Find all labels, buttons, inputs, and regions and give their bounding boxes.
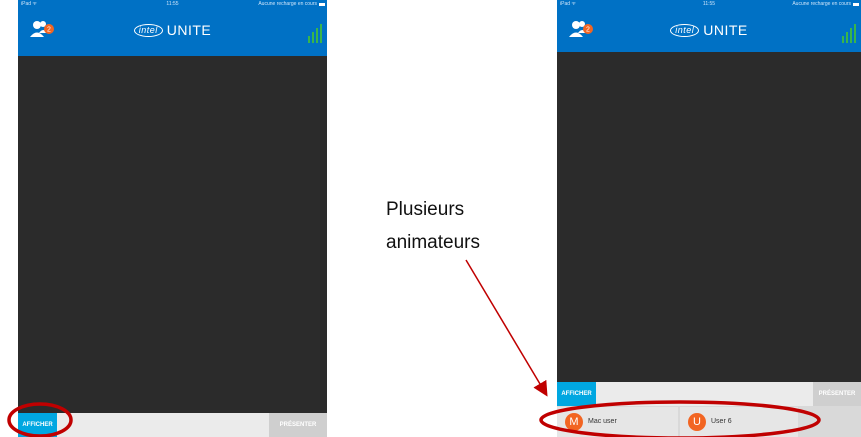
app-header: 2 intel UNITE <box>18 9 327 56</box>
signal-bars-icon <box>842 24 856 43</box>
bottom-action-bar: AFFICHER PRÉSENTER <box>18 413 327 437</box>
ipad-screen-single-presenter: iPad ᯤ 11:55 Aucune recharge en cours 2 … <box>18 0 327 437</box>
bottom-action-bar: AFFICHER PRÉSENTER <box>557 382 861 406</box>
charging-status: Aucune recharge en cours <box>792 1 851 7</box>
afficher-button[interactable]: AFFICHER <box>557 382 596 406</box>
intel-logo: intel <box>670 24 700 37</box>
annotation-arrow <box>465 259 548 397</box>
presenter-button[interactable]: PRÉSENTER <box>269 413 327 437</box>
presenter-avatar: M <box>565 413 583 431</box>
presenter-card-mac-user[interactable]: M Mac user <box>557 407 678 437</box>
battery-icon <box>853 3 859 6</box>
shared-screen-area <box>557 52 861 382</box>
presenters-list: M Mac user U User 6 <box>557 406 861 437</box>
battery-icon <box>319 3 325 6</box>
annotation-text: Plusieurs animateurs <box>386 193 526 259</box>
app-header: 2 intel UNITE <box>557 9 861 52</box>
presenter-name: User 6 <box>711 418 732 425</box>
ipad-screen-multiple-presenters: iPad ᯤ 11:55 Aucune recharge en cours 2 … <box>557 0 861 437</box>
signal-bars-icon <box>308 24 322 43</box>
annotation-line-2: animateurs <box>386 232 480 253</box>
presenter-card-user-6[interactable]: U User 6 <box>680 407 798 437</box>
charging-status: Aucune recharge en cours <box>258 1 317 7</box>
presenter-name: Mac user <box>588 418 617 425</box>
annotation-line-1: Plusieurs <box>386 199 465 220</box>
shared-screen-area <box>18 56 327 413</box>
intel-logo: intel <box>133 24 163 37</box>
brand-title: intel UNITE <box>18 22 327 38</box>
app-name: UNITE <box>166 22 212 38</box>
brand-title: intel UNITE <box>557 22 861 38</box>
afficher-button[interactable]: AFFICHER <box>18 413 57 437</box>
app-name: UNITE <box>703 22 748 38</box>
presenter-button[interactable]: PRÉSENTER <box>813 382 861 406</box>
status-bar: iPad ᯤ 11:55 Aucune recharge en cours <box>18 0 327 9</box>
status-bar: iPad ᯤ 11:55 Aucune recharge en cours <box>557 0 861 9</box>
presenter-avatar: U <box>688 413 706 431</box>
